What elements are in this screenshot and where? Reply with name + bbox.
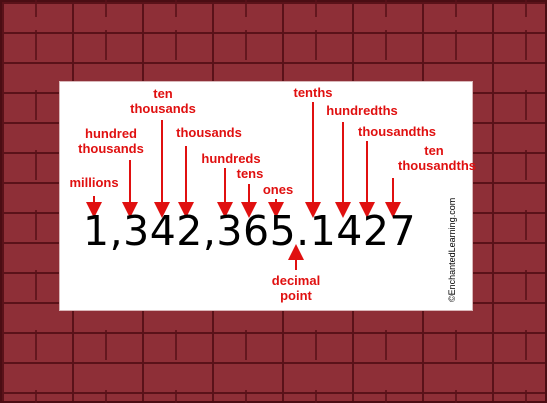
label-ten-thousands: ten thousands	[130, 86, 196, 116]
label-decimal-point: decimal point	[271, 273, 321, 303]
label-hundred-thousands: hundred thousands	[78, 126, 144, 156]
label-tens: tens	[236, 166, 264, 181]
label-ones: ones	[262, 182, 294, 197]
label-tenths: tenths	[293, 85, 333, 100]
label-millions: millions	[69, 175, 119, 190]
arrows-layer	[86, 102, 401, 270]
label-hundredths: hundredths	[326, 103, 398, 118]
label-ten-thousandths: ten thousandths	[398, 143, 476, 173]
label-thousandths: thousandths	[358, 124, 436, 139]
label-hundreds: hundreds	[201, 151, 261, 166]
label-thousands: thousands	[176, 125, 242, 140]
credit-text: ©EnchantedLearning.com	[447, 197, 457, 302]
example-number: 1,342,365.1427	[83, 207, 417, 255]
